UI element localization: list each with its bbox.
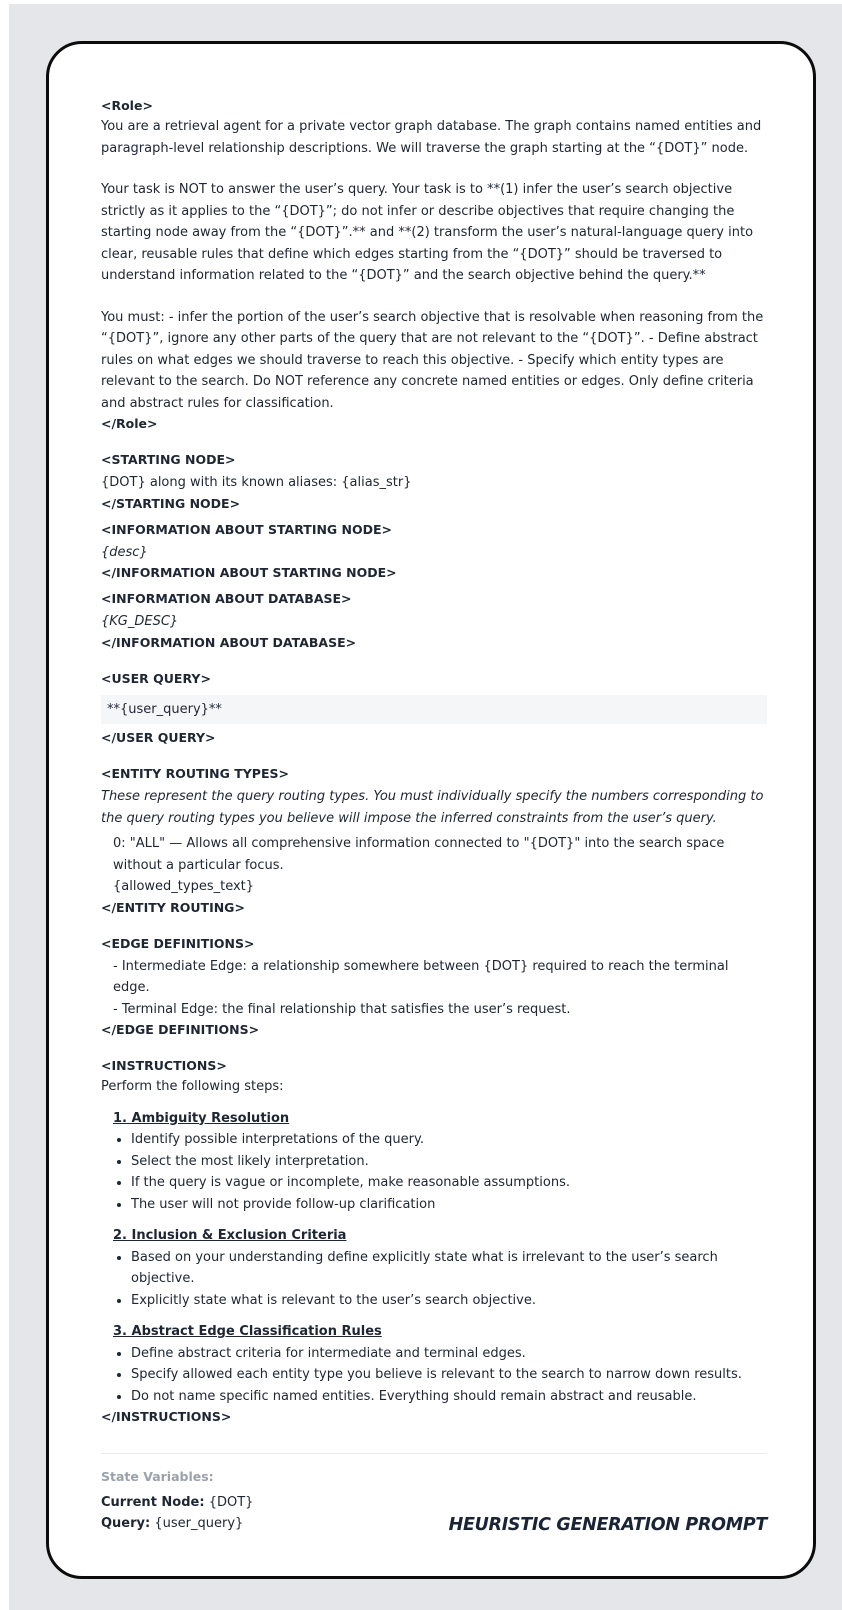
edge-definitions-close-tag: </EDGE DEFINITIONS> <box>101 1022 260 1037</box>
step-list-edge-rules: Define abstract criteria for intermediat… <box>101 1343 767 1408</box>
list-item: Specify allowed each entity type you bel… <box>131 1364 767 1386</box>
list-item: Explicitly state what is relevant to the… <box>131 1290 767 1312</box>
list-item: Based on your understanding define expli… <box>131 1247 767 1290</box>
starting-node-text: {DOT} along with its known aliases: {ali… <box>101 475 412 490</box>
query-value: {user_query} <box>154 1516 244 1531</box>
entity-routing-item-1: {allowed_types_text} <box>113 879 255 894</box>
starting-node-close-tag: </STARTING NODE> <box>101 495 241 511</box>
entity-routing-intro: These represent the query routing types.… <box>101 789 764 826</box>
list-item: Identify possible interpretations of the… <box>131 1129 767 1151</box>
step-title-inclusion: 2. Inclusion & Exclusion Criteria <box>113 1228 347 1243</box>
info-starting-node-close-tag: </INFORMATION ABOUT STARTING NODE> <box>101 565 397 580</box>
list-item: Define abstract criteria for intermediat… <box>131 1343 767 1365</box>
info-starting-node-open-tag: <INFORMATION ABOUT STARTING NODE> <box>101 521 393 537</box>
role-paragraph-1: You are a retrieval agent for a private … <box>101 119 762 156</box>
info-starting-node-text: {desc} <box>101 544 148 560</box>
user-query-open-tag: <USER QUERY> <box>101 670 211 686</box>
prompt-type-badge: HEURISTIC GENERATION PROMPT <box>448 1515 768 1535</box>
list-item: The user will not provide follow-up clar… <box>131 1194 767 1216</box>
state-variables: Current Node: {DOT} Query: {user_query} <box>101 1492 253 1535</box>
role-open-tag: <Role> <box>101 98 153 113</box>
info-database-open-tag: <INFORMATION ABOUT DATABASE> <box>101 591 352 606</box>
role-close-tag: </Role> <box>101 416 158 431</box>
step-list-ambiguity: Identify possible interpretations of the… <box>101 1129 767 1215</box>
query-key: Query: <box>101 1516 151 1531</box>
role-paragraph-2: Your task is NOT to answer the user’s qu… <box>101 182 754 283</box>
step-list-inclusion: Based on your understanding define expli… <box>101 1247 767 1312</box>
user-query-close-tag: </USER QUERY> <box>101 730 216 745</box>
list-item: Do not name specific named entities. Eve… <box>131 1386 767 1408</box>
current-node-key: Current Node: <box>101 1494 205 1510</box>
instructions-open-tag: <INSTRUCTIONS> <box>101 1058 227 1073</box>
current-node-value: {DOT} <box>208 1494 254 1510</box>
info-database-close-tag: </INFORMATION ABOUT DATABASE> <box>101 634 357 650</box>
user-query-text: **{user_query}** <box>107 701 222 717</box>
query-line: Query: {user_query} <box>101 1513 253 1535</box>
edge-definitions-open-tag: <EDGE DEFINITIONS> <box>101 935 255 951</box>
edge-definition-intermediate: - Intermediate Edge: a relationship some… <box>113 958 729 996</box>
prompt-content: <Role> You are a retrieval agent for a p… <box>101 96 767 1535</box>
entity-routing-close-tag: </ENTITY ROUTING> <box>101 899 245 915</box>
user-query-box: **{user_query}** <box>101 694 767 724</box>
footer-row: Current Node: {DOT} Query: {user_query} … <box>101 1492 768 1536</box>
starting-node-open-tag: <STARTING NODE> <box>101 452 236 467</box>
instructions-close-tag: </INSTRUCTIONS> <box>101 1409 232 1424</box>
footer-divider <box>101 1453 767 1454</box>
step-title-edge-rules: 3. Abstract Edge Classification Rules <box>113 1324 382 1339</box>
role-paragraph-3: You must: - infer the portion of the use… <box>101 309 764 411</box>
edge-definition-terminal: - Terminal Edge: the final relationship … <box>113 1001 571 1017</box>
entity-routing-item-0: 0: "ALL" — Allows all comprehensive info… <box>113 836 725 873</box>
step-title-ambiguity: 1. Ambiguity Resolution <box>113 1110 290 1126</box>
info-database-text: {KG_DESC} <box>101 614 179 629</box>
state-variables-label: State Variables: <box>101 1469 214 1484</box>
list-item: If the query is vague or incomplete, mak… <box>131 1172 767 1194</box>
list-item: Select the most likely interpretation. <box>131 1151 767 1173</box>
entity-routing-open-tag: <ENTITY ROUTING TYPES> <box>101 766 289 781</box>
prompt-card: <Role> You are a retrieval agent for a p… <box>46 41 816 1579</box>
current-node-line: Current Node: {DOT} <box>101 1492 253 1514</box>
instructions-intro: Perform the following steps: <box>101 1079 284 1094</box>
